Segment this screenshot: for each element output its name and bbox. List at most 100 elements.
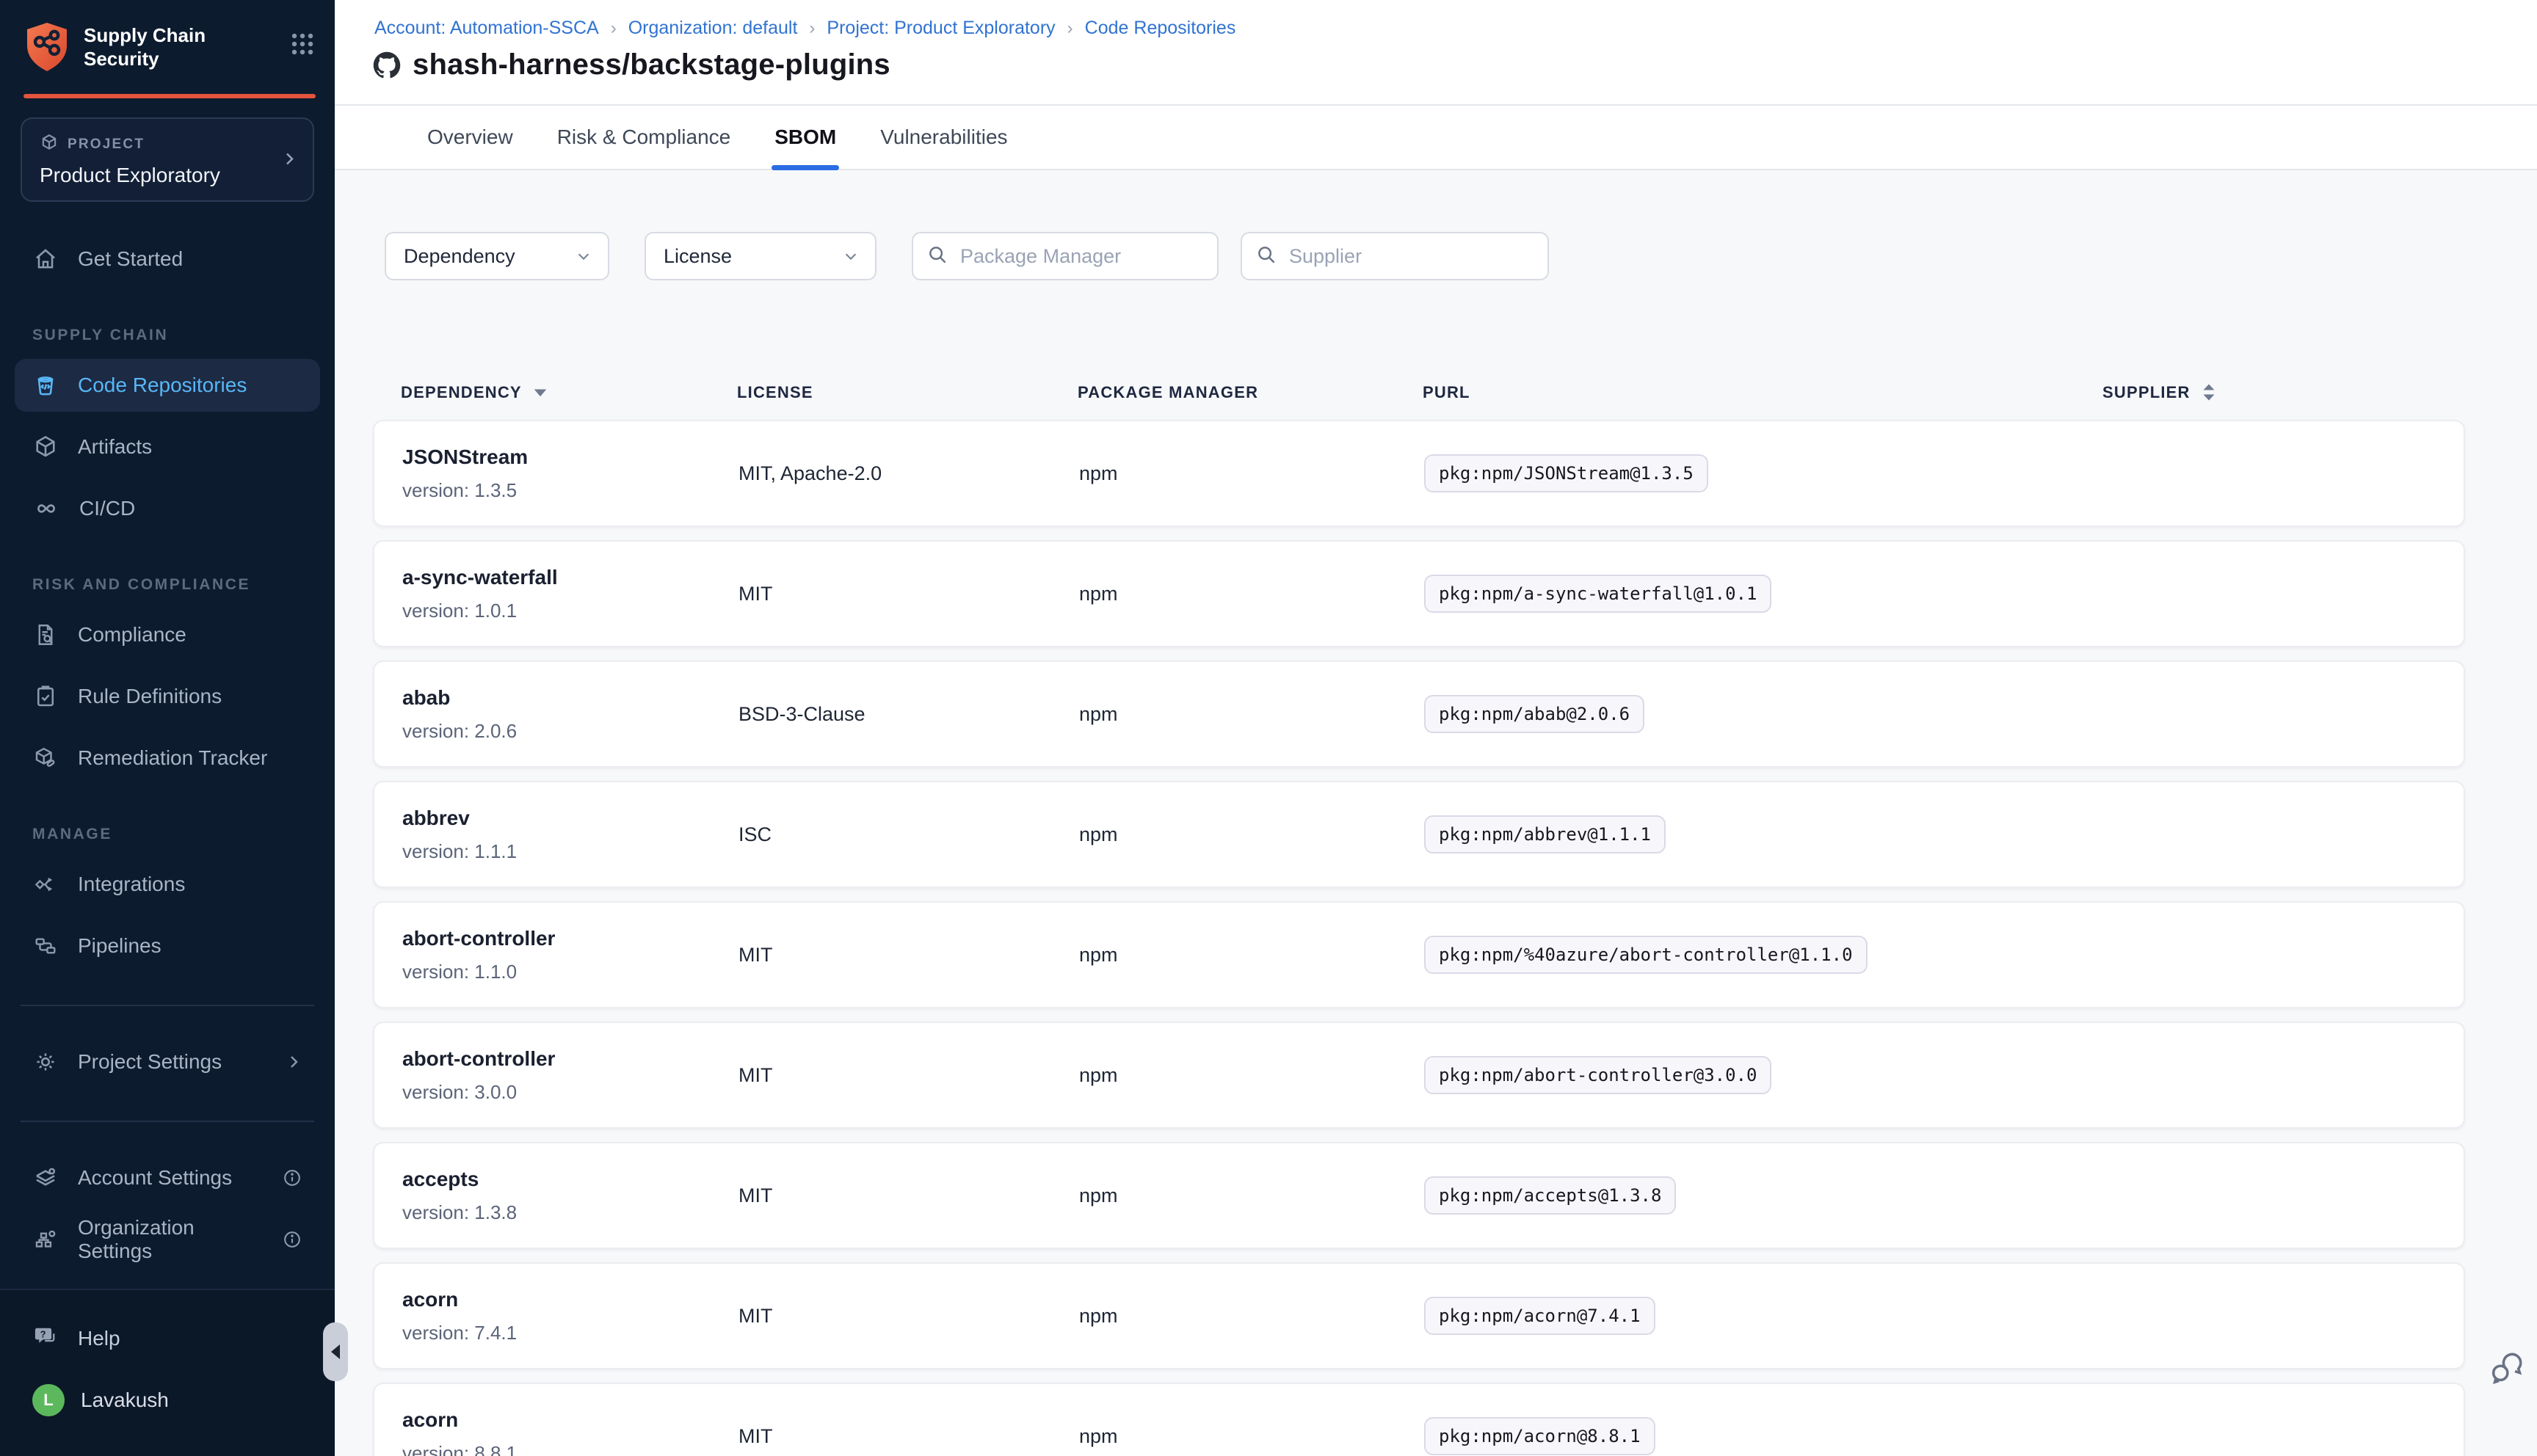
sidebar-item-pipelines[interactable]: Pipelines: [15, 920, 320, 972]
sidebar-item-compliance[interactable]: Compliance: [15, 608, 320, 661]
app-title: Supply Chain Security: [84, 23, 225, 71]
svg-text:?: ?: [40, 1328, 46, 1339]
column-header-supplier[interactable]: SUPPLIER: [2102, 383, 2437, 402]
page-title: shash-harness/backstage-plugins: [413, 48, 890, 81]
license-cell: ISC: [738, 823, 1079, 846]
license-filter-dropdown[interactable]: License: [645, 232, 876, 280]
dependency-filter-dropdown[interactable]: Dependency: [385, 232, 609, 280]
supplier-search: [1241, 232, 1549, 280]
purl-cell: pkg:npm/abort-controller@3.0.0: [1424, 1056, 2101, 1094]
sidebar-item-rule-definitions[interactable]: Rule Definitions: [15, 670, 320, 723]
search-icon: [926, 244, 948, 272]
column-label: LICENSE: [737, 383, 813, 402]
cube-icon: [40, 131, 59, 158]
purl-cell: pkg:npm/%40azure/abort-controller@1.1.0: [1424, 936, 2101, 974]
chevron-right-icon: [285, 1053, 302, 1071]
sidebar-item-artifacts[interactable]: Artifacts: [15, 421, 320, 473]
sidebar-item-code-repositories[interactable]: Code Repositories: [15, 359, 320, 412]
help-button[interactable]: ? Help: [15, 1314, 320, 1364]
dependency-version: version: 2.0.6: [402, 720, 738, 743]
license-cell: MIT: [738, 1184, 1079, 1207]
title-row: shash-harness/backstage-plugins: [373, 48, 890, 81]
sidebar-item-organization-settings[interactable]: Organization Settings: [15, 1213, 320, 1266]
dependency-name: acorn: [402, 1288, 738, 1311]
column-label: PURL: [1423, 383, 1470, 402]
user-name: Lavakush: [81, 1388, 169, 1412]
collapse-arrow-icon: [331, 1344, 340, 1359]
dependency-cell: acorn version: 8.8.1: [402, 1408, 738, 1456]
purl-chip: pkg:npm/acorn@7.4.1: [1424, 1297, 1655, 1335]
sort-desc-icon: [534, 387, 547, 398]
sidebar-item-remediation-tracker[interactable]: Remediation Tracker: [15, 732, 320, 785]
dependency-name: JSONStream: [402, 445, 738, 469]
breadcrumb-link-account-automation-ssca[interactable]: Account: Automation-SSCA: [374, 18, 599, 39]
sidebar-footer: ? Help L Lavakush: [0, 1289, 335, 1456]
dependency-cell: JSONStream version: 1.3.5: [402, 445, 738, 502]
package-manager-search-input[interactable]: [912, 232, 1219, 280]
chevron-down-icon: [576, 248, 592, 264]
breadcrumb-link-organization-default[interactable]: Organization: default: [628, 18, 798, 39]
dependency-version: version: 1.1.0: [402, 961, 738, 983]
support-chat-icon[interactable]: [2489, 1350, 2525, 1393]
sidebar-item-account-settings[interactable]: Account Settings: [15, 1151, 320, 1204]
package-manager-cell: npm: [1079, 1425, 1424, 1448]
license-cell: MIT, Apache-2.0: [738, 462, 1079, 485]
breadcrumb: Account: Automation-SSCA›Organization: d…: [374, 18, 1235, 39]
column-header-license: LICENSE: [737, 383, 1078, 402]
sidebar-item-label: Remediation Tracker: [78, 746, 267, 770]
dependency-filter-label: Dependency: [404, 245, 515, 268]
license-filter-label: License: [664, 245, 732, 268]
app-grid-icon[interactable]: [291, 32, 314, 62]
supply-chain-security-logo-icon: [23, 21, 70, 73]
sidebar-item-label: Code Repositories: [78, 374, 247, 397]
project-name: Product Exploratory: [40, 164, 298, 187]
sidebar-item-project-settings[interactable]: Project Settings: [15, 1035, 320, 1088]
sbom-content: Dependency License: [335, 170, 2537, 1456]
tab-risk-compliance[interactable]: Risk & Compliance: [554, 106, 734, 169]
sidebar-item-ci-cd[interactable]: CI/CD: [15, 482, 320, 535]
tab-sbom[interactable]: SBOM: [772, 106, 839, 169]
column-label: DEPENDENCY: [401, 383, 522, 402]
package-manager-cell: npm: [1079, 1064, 1424, 1087]
chat-question-icon: ?: [32, 1323, 59, 1355]
brand-accent-rule: [23, 94, 316, 98]
nav-section-label: MANAGE: [32, 826, 320, 843]
tab-label: Overview: [427, 125, 513, 149]
license-cell: MIT: [738, 583, 1079, 605]
breadcrumb-link-project-product-exploratory[interactable]: Project: Product Exploratory: [827, 18, 1055, 39]
purl-chip: pkg:npm/a-sync-waterfall@1.0.1: [1424, 575, 1771, 613]
package-fix-icon: [32, 745, 59, 771]
nav-section-label: RISK AND COMPLIANCE: [32, 576, 320, 594]
dependency-name: accepts: [402, 1168, 738, 1191]
column-header-package-manager: PACKAGE MANAGER: [1078, 383, 1423, 402]
tab-overview[interactable]: Overview: [424, 106, 516, 169]
dependency-name: abab: [402, 686, 738, 710]
user-menu[interactable]: L Lavakush: [15, 1375, 320, 1425]
column-header-dependency[interactable]: DEPENDENCY: [401, 383, 737, 402]
license-cell: MIT: [738, 1425, 1079, 1448]
table-row-abort-controller-version-3-0-0: abort-controller version: 3.0.0 MIT npm …: [373, 1022, 2465, 1129]
tab-vulnerabilities[interactable]: Vulnerabilities: [877, 106, 1010, 169]
dependency-version: version: 1.1.1: [402, 840, 738, 863]
project-selector[interactable]: PROJECT Product Exploratory: [21, 117, 314, 202]
sidebar-item-get-started[interactable]: Get Started: [15, 233, 320, 285]
dependency-name: acorn: [402, 1408, 738, 1432]
info-icon: [282, 1229, 302, 1250]
sidebar-item-label: Account Settings: [78, 1166, 232, 1190]
sidebar-collapse-handle[interactable]: [323, 1322, 348, 1381]
table-row-acorn-version-7-4-1: acorn version: 7.4.1 MIT npm pkg:npm/aco…: [373, 1262, 2465, 1369]
sidebar: Supply Chain Security PROJECT Product: [0, 0, 335, 1456]
sidebar-item-label: Compliance: [78, 623, 186, 647]
sidebar-item-integrations[interactable]: Integrations: [15, 858, 320, 911]
github-icon: [373, 51, 401, 79]
avatar: L: [32, 1384, 65, 1416]
main-area: Account: Automation-SSCA›Organization: d…: [335, 0, 2537, 1456]
purl-cell: pkg:npm/abab@2.0.6: [1424, 695, 2101, 733]
document-search-icon: [32, 622, 59, 648]
license-cell: MIT: [738, 944, 1079, 967]
license-cell: MIT: [738, 1305, 1079, 1328]
sidebar-item-label: Artifacts: [78, 435, 152, 459]
breadcrumb-link-code-repositories[interactable]: Code Repositories: [1085, 18, 1236, 39]
column-label: SUPPLIER: [2102, 383, 2191, 402]
supplier-search-input[interactable]: [1241, 232, 1549, 280]
